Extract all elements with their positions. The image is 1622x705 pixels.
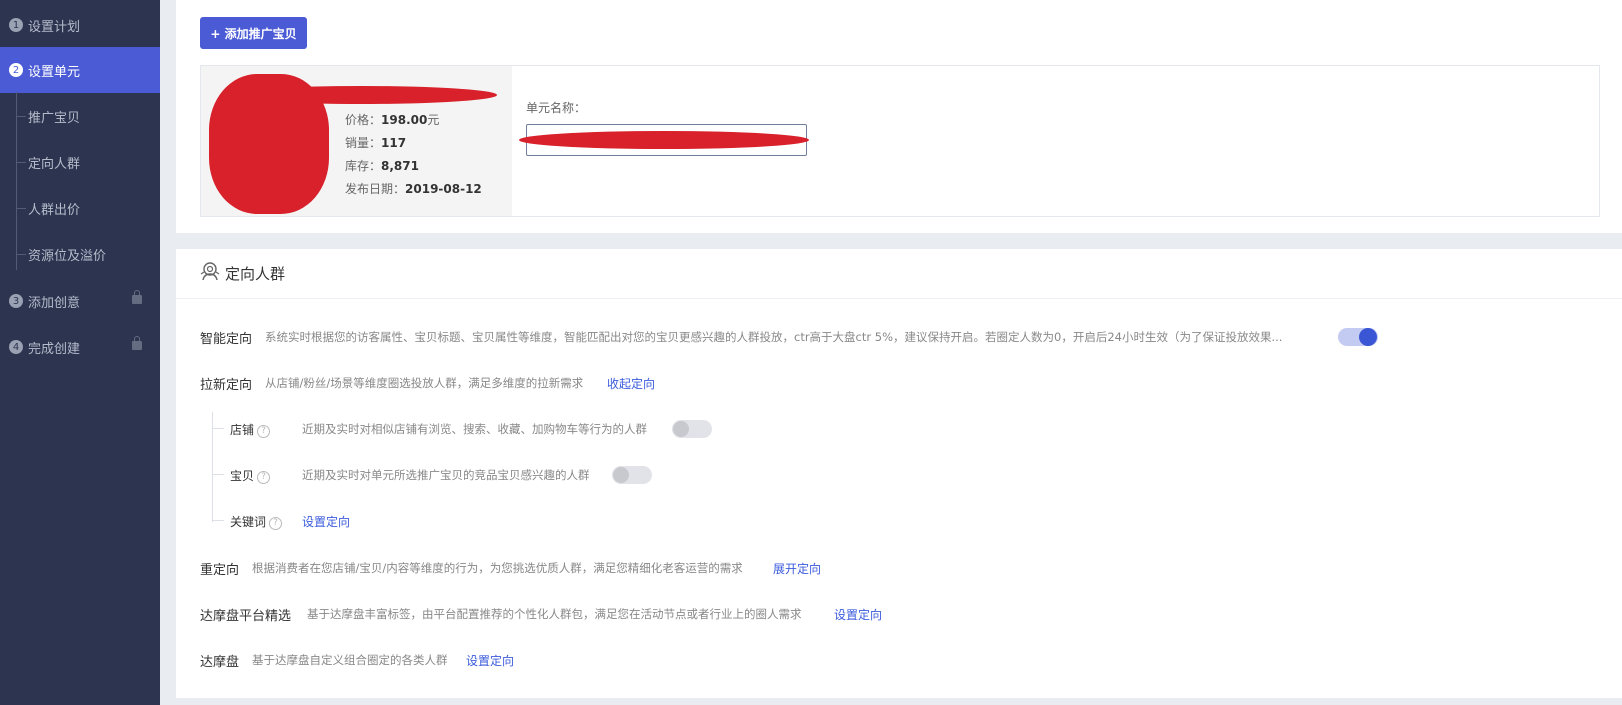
redaction-mark [519, 131, 809, 149]
price-value: 198.00 [381, 113, 428, 127]
retarget-label: 重定向 [200, 563, 240, 578]
item-targeting: 宝贝? [230, 467, 271, 484]
substep-resource-premium[interactable]: 资源位及溢价 [0, 231, 160, 277]
redaction-mark [227, 86, 497, 104]
substep-label: 人群出价 [28, 202, 81, 218]
product-summary: 价格：198.00元 销量：117 库存：8,871 发布日期：2019-08-… [201, 66, 512, 216]
step-label: 设置计划 [28, 19, 81, 35]
unit-name-label: 单元名称： [526, 101, 587, 115]
step-set-plan[interactable]: 1 设置计划 [0, 2, 160, 48]
sales-value: 117 [381, 136, 407, 150]
unit-name-input[interactable] [519, 124, 809, 156]
substep-label: 推广宝贝 [28, 110, 81, 126]
collapse-targeting-link[interactable]: 收起定向 [607, 375, 655, 392]
damo-select-label: 达摩盘平台精选 [200, 609, 292, 624]
date-label: 发布日期： [345, 182, 406, 196]
step-add-creative[interactable]: 3 添加创意 [0, 278, 160, 324]
step-finish[interactable]: 4 完成创建 [0, 324, 160, 370]
step-number: 4 [9, 340, 23, 354]
toggle-knob [673, 421, 689, 437]
step-set-unit[interactable]: 2 设置单元 [0, 47, 160, 93]
new-targeting-label: 拉新定向 [200, 378, 253, 393]
step-number: 3 [9, 294, 23, 308]
keyword-label: 关键词 [230, 515, 267, 529]
shop-targeting-desc: 近期及实时对相似店铺有浏览、搜索、收藏、加购物车等行为的人群 [302, 422, 647, 436]
shop-label: 店铺 [230, 423, 255, 437]
smart-targeting-desc: 系统实时根据您的访客属性、宝贝标题、宝贝属性等维度，智能匹配出对您的宝贝更感兴趣… [265, 330, 1283, 344]
keyword-targeting: 关键词? [230, 513, 283, 530]
sub-tick [212, 474, 224, 475]
damo-select-set-link[interactable]: 设置定向 [834, 606, 882, 623]
crowd-icon [200, 262, 220, 281]
item-targeting-desc: 近期及实时对单元所选推广宝贝的竞品宝贝感兴趣的人群 [302, 468, 590, 482]
smart-targeting-toggle[interactable] [1338, 328, 1378, 346]
toggle-knob [1359, 328, 1377, 346]
item-targeting-toggle[interactable] [612, 466, 652, 484]
damo-desc: 基于达摩盘自定义组合圈定的各类人群 [252, 653, 448, 667]
price-unit: 元 [427, 113, 440, 127]
keyword-set-targeting-link[interactable]: 设置定向 [302, 513, 350, 530]
sidebar: 1 设置计划 2 设置单元 推广宝贝 定向人群 人群出价 资源位及溢价 3 添加… [0, 0, 160, 705]
sales-label: 销量： [345, 136, 382, 150]
step-label: 添加创意 [28, 295, 81, 311]
stock-label: 库存： [345, 159, 382, 173]
item-label: 宝贝 [230, 469, 255, 483]
price-label: 价格： [345, 113, 382, 127]
targeting-header [176, 249, 1622, 299]
add-promote-item-button[interactable]: + 添加推广宝贝 [200, 17, 307, 49]
substep-crowd-bid[interactable]: 人群出价 [0, 185, 160, 231]
expand-targeting-link[interactable]: 展开定向 [773, 560, 821, 577]
damo-label: 达摩盘 [200, 655, 240, 670]
stock-value: 8,871 [381, 159, 419, 173]
damo-select-desc: 基于达摩盘丰富标签，由平台配置推荐的个性化人群包，满足您在活动节点或者行业上的圈… [307, 607, 802, 621]
step-label: 设置单元 [28, 64, 81, 80]
step-number: 2 [9, 63, 23, 77]
lock-icon [132, 336, 142, 350]
date-value: 2019-08-12 [405, 182, 482, 196]
substep-label: 定向人群 [28, 156, 81, 172]
substep-promote-item[interactable]: 推广宝贝 [0, 93, 160, 139]
shop-targeting-toggle[interactable] [672, 420, 712, 438]
damo-set-link[interactable]: 设置定向 [466, 652, 514, 669]
product-item-box: 价格：198.00元 销量：117 库存：8,871 发布日期：2019-08-… [200, 65, 1600, 217]
retarget-desc: 根据消费者在您店铺/宝贝/内容等维度的行为，为您挑选优质人群，满足您精细化老客运… [252, 561, 743, 575]
step-number: 1 [9, 18, 23, 32]
smart-targeting-label: 智能定向 [200, 332, 253, 347]
substep-label: 资源位及溢价 [28, 248, 107, 264]
help-icon[interactable]: ? [257, 425, 271, 438]
toggle-knob [613, 467, 629, 483]
product-info: 价格：198.00元 销量：117 库存：8,871 发布日期：2019-08-… [345, 109, 482, 201]
help-icon[interactable]: ? [269, 517, 283, 530]
new-targeting-desc: 从店铺/粉丝/场景等维度圈选投放人群，满足多维度的拉新需求 [265, 376, 584, 390]
help-icon[interactable]: ? [257, 471, 271, 484]
product-thumbnail [207, 66, 497, 216]
substep-target-crowd[interactable]: 定向人群 [0, 139, 160, 185]
lock-icon [132, 290, 142, 304]
section-title: 定向人群 [225, 265, 286, 283]
step-label: 完成创建 [28, 341, 81, 357]
shop-targeting: 店铺? [230, 421, 271, 438]
sub-tick [212, 428, 224, 429]
sub-tick [212, 520, 224, 521]
